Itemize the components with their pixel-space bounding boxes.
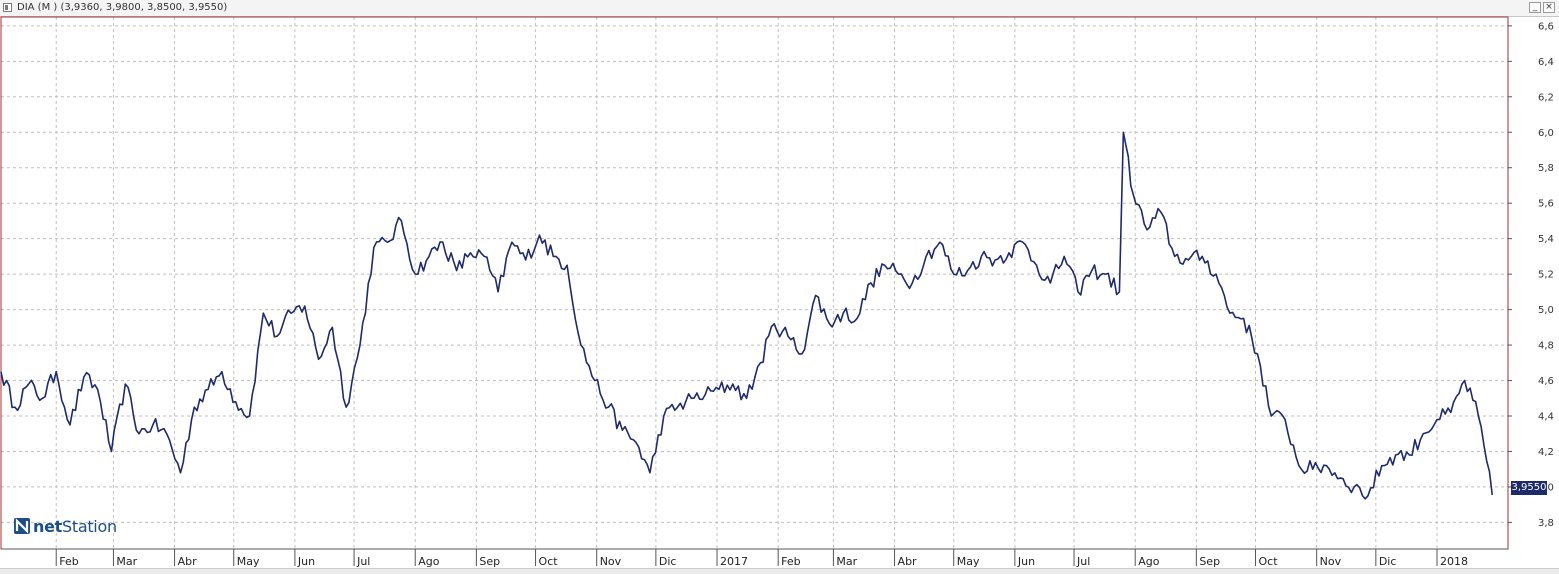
netstation-logo: netStation <box>14 515 117 537</box>
y-tick-label: 3,8 <box>1538 518 1554 529</box>
x-tick-label: Abr <box>898 555 918 568</box>
x-tick-label: Dic <box>1379 555 1397 568</box>
y-tick-label: 4,6 <box>1538 376 1554 387</box>
x-tick-label: Oct <box>1259 555 1279 568</box>
y-tick-label: 6,4 <box>1538 57 1554 68</box>
x-tick-label: 2018 <box>1440 555 1468 568</box>
y-tick-label: 5,2 <box>1538 270 1554 281</box>
y-tick-label: 6,2 <box>1538 92 1554 103</box>
x-tick-label: Dic <box>659 555 677 568</box>
bottom-scroll-strip[interactable] <box>0 568 1559 574</box>
x-tick-label: Sep <box>479 555 500 568</box>
x-tick-label: Feb <box>59 555 78 568</box>
x-tick-label: Sep <box>1199 555 1220 568</box>
x-tick-label: May <box>957 555 980 568</box>
x-tick-label: 2017 <box>720 555 748 568</box>
x-tick-label: Oct <box>539 555 559 568</box>
y-tick-label: 5,0 <box>1538 305 1554 316</box>
netstation-logo-icon <box>14 518 30 534</box>
x-tick-label: Jul <box>356 555 370 568</box>
x-tick-label: May <box>237 555 260 568</box>
last-value-label: 3,9550 <box>1511 481 1547 495</box>
y-tick-label: 5,8 <box>1538 163 1554 174</box>
y-tick-label: 6,6 <box>1538 21 1554 32</box>
y-tick-label: 4,2 <box>1538 447 1554 458</box>
y-tick-label: 5,6 <box>1538 199 1554 210</box>
y-tick-label: 6,0 <box>1538 128 1554 139</box>
y-axis-ticks: 3,84,04,24,44,64,85,05,25,45,65,86,06,26… <box>1508 21 1554 529</box>
x-tick-label: Jul <box>1076 555 1090 568</box>
y-tick-label: 4,4 <box>1538 412 1554 423</box>
x-tick-label: Jun <box>297 555 315 568</box>
chart-grid <box>1 17 1508 549</box>
x-tick-label: Jun <box>1017 555 1035 568</box>
y-tick-label: 4,8 <box>1538 341 1554 352</box>
y-tick-label: 5,4 <box>1538 234 1554 245</box>
x-tick-label: Mar <box>836 555 857 568</box>
x-tick-label: Nov <box>1320 555 1342 568</box>
price-chart[interactable]: 3,84,04,24,44,64,85,05,25,45,65,86,06,26… <box>0 0 1559 573</box>
logo-text-net: net <box>33 516 62 536</box>
price-series-line <box>0 131 1494 500</box>
logo-text-station: Station <box>62 516 117 536</box>
x-tick-label: Ago <box>418 555 440 568</box>
x-axis-ticks: Feb Mar Abr May Jun Jul Ago Sep Oct Nov Dic 2017 Feb… <box>55 549 1468 568</box>
x-tick-label: Ago <box>1138 555 1160 568</box>
x-tick-label: Nov <box>600 555 622 568</box>
x-tick-label: Feb <box>781 555 800 568</box>
x-tick-label: Mar <box>116 555 137 568</box>
x-tick-label: Abr <box>178 555 198 568</box>
